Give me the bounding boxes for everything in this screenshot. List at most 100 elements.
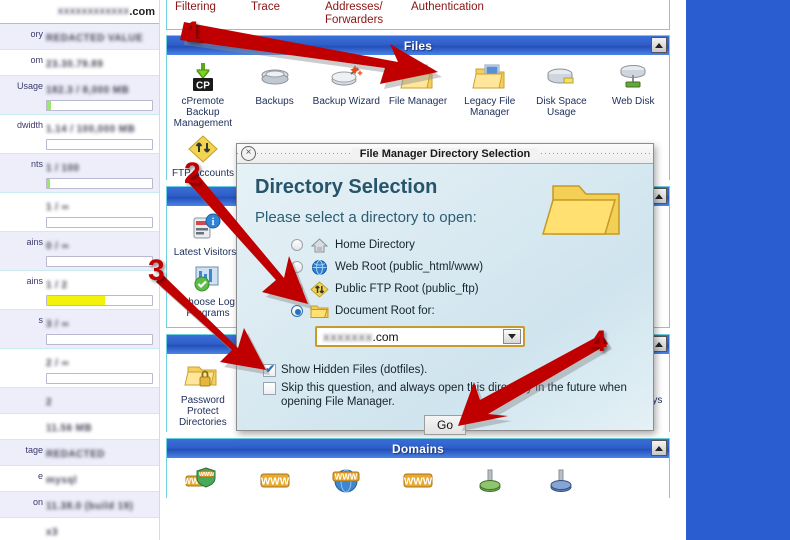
- close-icon[interactable]: ×: [241, 146, 256, 161]
- simple-dns-icon: [471, 464, 509, 496]
- sidebar-stat-text: 2 / ∞: [46, 358, 70, 369]
- desktop-background: [686, 0, 790, 540]
- option-document-root[interactable]: Document Root for:: [291, 300, 637, 322]
- sidebar-stat-label: ains: [26, 276, 43, 286]
- email-nav-strip: Filtering Trace Addresses/ Forwarders Au…: [166, 0, 670, 30]
- item-label: FTP Accounts: [171, 168, 235, 179]
- item-backup-wizard[interactable]: Backup Wizard: [310, 61, 382, 129]
- item-subdomains[interactable]: WWW: [239, 464, 311, 499]
- nav-link-addresses-forwarders[interactable]: Addresses/ Forwarders: [325, 1, 411, 27]
- dialog-actions: Go: [253, 415, 637, 435]
- sidebar-stat-row: Usage 182.3 / 8,000 MB: [0, 76, 159, 115]
- directory-selection-dialog: × File Manager Directory Selection Direc…: [236, 143, 654, 435]
- checkbox-skip-question[interactable]: [263, 382, 276, 395]
- sidebar-stat-text: 23.30.79.89: [46, 59, 104, 70]
- sidebar-usage-bar: [46, 139, 153, 150]
- nav-link-authentication[interactable]: Authentication: [411, 1, 521, 27]
- option-web-root[interactable]: Web Root (public_html/www): [291, 256, 637, 278]
- sidebar-stat-value: 1 / 100: [46, 156, 157, 189]
- item-addon-domains[interactable]: WWW WWW: [167, 464, 239, 499]
- svg-text:CP: CP: [196, 81, 210, 92]
- sidebar-stat-row: ory REDACTED VALUE: [0, 24, 159, 50]
- sidebar-stat-label: om: [30, 55, 43, 65]
- sidebar-stat-text: x3: [46, 527, 58, 538]
- item-latest-visitors[interactable]: i Latest Visitors: [171, 212, 239, 258]
- choose-log-programs-icon: [189, 262, 227, 294]
- screenshot-root: xxxxxxxxxxxx .com ory REDACTED VALUE om 23.3…: [0, 0, 790, 540]
- go-button[interactable]: Go: [423, 415, 466, 435]
- sidebar-usage-bar-fill: [47, 101, 52, 110]
- sidebar-stat-text: 3 / ∞: [46, 319, 70, 330]
- collapse-icon[interactable]: [651, 440, 667, 456]
- checkbox-show-hidden-files[interactable]: [263, 362, 276, 377]
- annotation-number-2: 2: [184, 157, 201, 190]
- sidebar-rows: ory REDACTED VALUE om 23.30.79.89 Usage 182.3…: [0, 24, 159, 540]
- sidebar-stat-value: 1.14 / 100,000 MB: [46, 117, 157, 150]
- item-parked-domains[interactable]: WWW: [310, 464, 382, 499]
- option-label: Public FTP Root (public_ftp): [335, 283, 479, 295]
- option-public-ftp-root[interactable]: Public FTP Root (public_ftp): [291, 278, 637, 300]
- checkbox-show-hidden-files-row[interactable]: Show Hidden Files (dotfiles).: [263, 362, 637, 377]
- disk-space-usage-icon: [542, 61, 580, 93]
- radio-home-directory[interactable]: [291, 239, 303, 251]
- collapse-icon[interactable]: [651, 37, 667, 53]
- item-password-protect-directories[interactable]: Password Protect Directories: [167, 360, 239, 428]
- option-label: Web Root (public_html/www): [335, 261, 484, 273]
- nav-links: Filtering Trace Addresses/ Forwarders Au…: [167, 0, 669, 27]
- cpremote-backup-icon: CP: [184, 61, 222, 93]
- domain-redacted: xxxxxxx: [323, 329, 373, 344]
- dialog-title-wrap: File Manager Directory Selection: [237, 147, 653, 160]
- sidebar-usage-bar: [46, 217, 153, 228]
- sidebar-stat-label: [2, 195, 46, 198]
- radio-web-root[interactable]: [291, 261, 303, 273]
- item-choose-log-programs[interactable]: Choose Log Programs: [171, 262, 245, 319]
- item-advanced-dns[interactable]: [526, 464, 598, 499]
- item-disk-space-usage[interactable]: Disk Space Usage: [526, 61, 598, 129]
- sidebar-stat-text: REDACTED VALUE: [46, 33, 144, 44]
- item-label: File Manager: [388, 96, 448, 107]
- sidebar-stat-label: ory: [30, 29, 43, 39]
- chevron-down-icon[interactable]: [503, 329, 521, 344]
- sidebar-stat-label: Usage: [16, 81, 43, 91]
- item-web-disk[interactable]: Web Disk: [597, 61, 669, 129]
- item-redirects[interactable]: WWW: [382, 464, 454, 499]
- sidebar-stat-row: 2: [0, 388, 159, 414]
- radio-document-root[interactable]: [291, 305, 303, 317]
- subdomains-icon: WWW: [256, 464, 294, 496]
- sidebar-stat-row: 1 / ∞: [0, 193, 159, 232]
- sidebar-usage-bar: [46, 178, 153, 189]
- sidebar-usage-bar: [46, 295, 153, 306]
- item-file-manager[interactable]: File Manager: [382, 61, 454, 129]
- item-legacy-file-manager[interactable]: Legacy File Manager: [454, 61, 526, 129]
- nav-link-trace[interactable]: Trace: [251, 1, 325, 27]
- sidebar-stat-row: 11.56 MB: [0, 414, 159, 440]
- background-gap: [676, 0, 686, 540]
- item-backups[interactable]: Backups: [239, 61, 311, 129]
- radio-public-ftp-root[interactable]: [291, 283, 303, 295]
- sidebar-stat-value: 23.30.79.89: [46, 52, 157, 72]
- parked-domains-icon: WWW: [327, 464, 365, 496]
- checkbox-skip-question-row[interactable]: Skip this question, and always open this…: [263, 381, 637, 409]
- item-simple-dns[interactable]: [454, 464, 526, 499]
- redirects-icon: WWW: [399, 464, 437, 496]
- panel-files-title: Files: [403, 38, 433, 53]
- sidebar-stat-text: 1 / 100: [46, 163, 80, 174]
- svg-text:WWW: WWW: [335, 473, 358, 482]
- sidebar-stat-label: [2, 351, 46, 354]
- sidebar-stat-text: 1.14 / 100,000 MB: [46, 124, 136, 135]
- item-label: Disk Space Usage: [536, 96, 587, 118]
- sidebar-stat-text: 0 / ∞: [46, 241, 70, 252]
- item-cpremote-backup-management[interactable]: CP cPremote Backup Management: [167, 61, 239, 129]
- checkbox-label: Skip this question, and always open this…: [281, 382, 627, 408]
- document-root-select-wrap: xxxxxxx.com: [315, 326, 637, 347]
- annotation-number-4: 4: [590, 325, 607, 358]
- panel-domains-title: Domains: [391, 441, 445, 456]
- option-label: Document Root for:: [335, 305, 435, 317]
- item-ftp-accounts[interactable]: FTP Accounts: [167, 133, 239, 179]
- item-label: Legacy File Manager: [464, 96, 516, 118]
- document-root-select[interactable]: xxxxxxx.com: [315, 326, 525, 347]
- svg-text:WWW: WWW: [260, 477, 289, 488]
- item-label: Backup Wizard: [312, 96, 380, 107]
- sidebar-stat-row: x3: [0, 518, 159, 540]
- panel-domains: Domains WWW WWW WWW WWW WWW: [166, 438, 670, 503]
